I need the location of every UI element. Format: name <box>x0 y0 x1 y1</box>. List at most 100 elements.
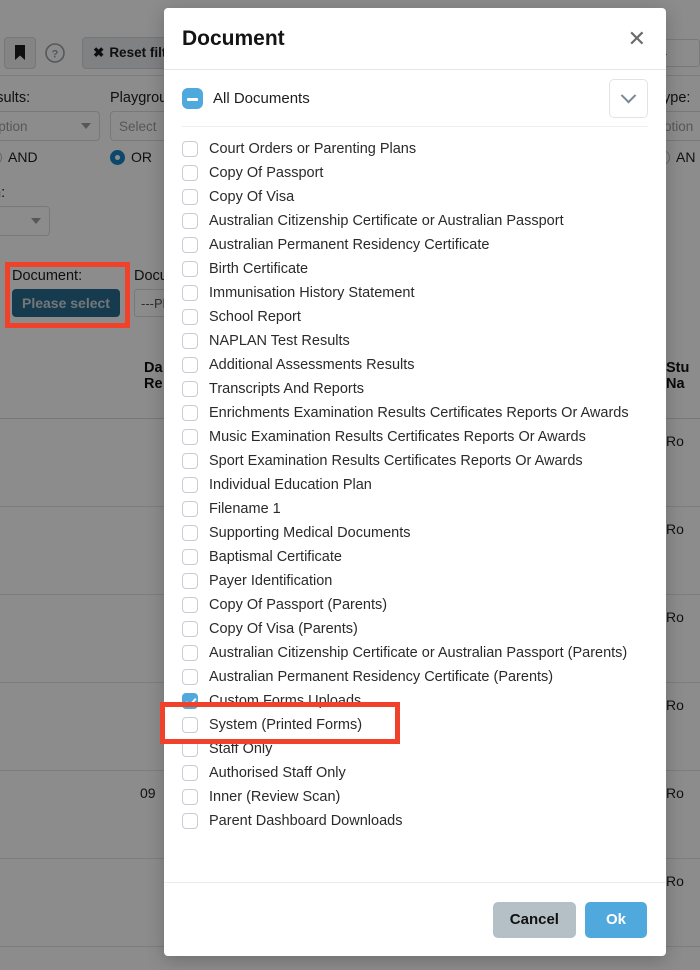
document-checkbox[interactable] <box>182 261 198 277</box>
document-label: Australian Citizenship Certificate or Au… <box>209 645 627 661</box>
document-list-item[interactable]: Additional Assessments Results <box>182 353 648 377</box>
document-list-item[interactable]: Copy Of Passport (Parents) <box>182 593 648 617</box>
document-list-item[interactable]: Supporting Medical Documents <box>182 521 648 545</box>
document-list-item[interactable]: Individual Education Plan <box>182 473 648 497</box>
ok-button[interactable]: Ok <box>585 902 647 938</box>
document-label: Custom Forms Uploads <box>209 693 361 709</box>
modal-footer: Cancel Ok <box>164 882 666 956</box>
document-list-item[interactable]: Court Orders or Parenting Plans <box>182 137 648 161</box>
document-list-item[interactable]: Enrichments Examination Results Certific… <box>182 401 648 425</box>
document-checkbox-list: Court Orders or Parenting Plans Copy Of P… <box>182 127 648 833</box>
document-label: Music Examination Results Certificates R… <box>209 429 586 445</box>
document-list-item[interactable]: Australian Citizenship Certificate or Au… <box>182 641 648 665</box>
document-checkbox[interactable] <box>182 549 198 565</box>
document-label: Individual Education Plan <box>209 477 372 493</box>
document-checkbox[interactable] <box>182 429 198 445</box>
document-label: Supporting Medical Documents <box>209 525 411 541</box>
document-checkbox[interactable] <box>182 717 198 733</box>
select-all-checkbox[interactable] <box>182 88 203 109</box>
document-checkbox[interactable] <box>182 573 198 589</box>
modal-body: All Documents Court Orders or Parenting … <box>164 70 666 882</box>
select-all-label: All Documents <box>213 90 599 107</box>
document-label: Immunisation History Statement <box>209 285 415 301</box>
document-checkbox[interactable] <box>182 789 198 805</box>
document-checkbox[interactable] <box>182 309 198 325</box>
modal-header: Document ✕ <box>164 8 666 70</box>
document-list-item[interactable]: Copy Of Passport <box>182 161 648 185</box>
document-label: Copy Of Passport <box>209 165 323 181</box>
document-checkbox[interactable] <box>182 333 198 349</box>
document-list-item[interactable]: NAPLAN Test Results <box>182 329 648 353</box>
document-label: Birth Certificate <box>209 261 308 277</box>
document-checkbox[interactable] <box>182 405 198 421</box>
document-checkbox[interactable] <box>182 765 198 781</box>
document-list-item[interactable]: Payer Identification <box>182 569 648 593</box>
document-checkbox[interactable] <box>182 741 198 757</box>
document-list-item[interactable]: School Report <box>182 305 648 329</box>
document-label: Sport Examination Results Certificates R… <box>209 453 583 469</box>
close-icon[interactable]: ✕ <box>626 24 648 54</box>
document-list-item[interactable]: Parent Dashboard Downloads <box>182 809 648 833</box>
document-label: Inner (Review Scan) <box>209 789 340 805</box>
document-list-item[interactable]: Australian Permanent Residency Certifica… <box>182 233 648 257</box>
document-label: Australian Permanent Residency Certifica… <box>209 669 553 685</box>
document-label: Copy Of Visa (Parents) <box>209 621 358 637</box>
chevron-down-icon <box>621 87 637 103</box>
document-label: Court Orders or Parenting Plans <box>209 141 416 157</box>
modal-title: Document <box>182 27 626 51</box>
document-list-item[interactable]: Baptismal Certificate <box>182 545 648 569</box>
document-label: Staff Only <box>209 741 272 757</box>
document-list-item[interactable]: Birth Certificate <box>182 257 648 281</box>
document-list-item[interactable]: Immunisation History Statement <box>182 281 648 305</box>
document-checkbox[interactable] <box>182 141 198 157</box>
document-list-item[interactable]: Filename 1 <box>182 497 648 521</box>
document-list-item[interactable]: System (Printed Forms) <box>182 713 648 737</box>
document-list-item[interactable]: Australian Citizenship Certificate or Au… <box>182 209 648 233</box>
document-list-item[interactable]: Staff Only <box>182 737 648 761</box>
select-all-row[interactable]: All Documents <box>182 70 648 127</box>
document-checkbox[interactable] <box>182 525 198 541</box>
cancel-button[interactable]: Cancel <box>493 902 576 938</box>
document-label: Enrichments Examination Results Certific… <box>209 405 629 421</box>
document-list-item[interactable]: Music Examination Results Certificates R… <box>182 425 648 449</box>
document-label: System (Printed Forms) <box>209 717 362 733</box>
document-label: Baptismal Certificate <box>209 549 342 565</box>
document-list-item[interactable]: Inner (Review Scan) <box>182 785 648 809</box>
document-checkbox[interactable] <box>182 189 198 205</box>
document-label: Authorised Staff Only <box>209 765 346 781</box>
document-list-item[interactable]: Copy Of Visa <box>182 185 648 209</box>
document-checkbox[interactable] <box>182 645 198 661</box>
document-label: Transcripts And Reports <box>209 381 364 397</box>
document-list-item[interactable]: Sport Examination Results Certificates R… <box>182 449 648 473</box>
document-list-item[interactable]: Transcripts And Reports <box>182 377 648 401</box>
document-checkbox[interactable] <box>182 477 198 493</box>
document-checkbox[interactable] <box>182 213 198 229</box>
document-label: Copy Of Passport (Parents) <box>209 597 387 613</box>
document-list-item[interactable]: Copy Of Visa (Parents) <box>182 617 648 641</box>
document-list-item[interactable]: Australian Permanent Residency Certifica… <box>182 665 648 689</box>
document-checkbox[interactable] <box>182 597 198 613</box>
document-label: Filename 1 <box>209 501 281 517</box>
document-checkbox[interactable] <box>182 165 198 181</box>
document-label: Additional Assessments Results <box>209 357 415 373</box>
document-selection-modal: Document ✕ All Documents Court Orders or… <box>164 8 666 956</box>
document-label: NAPLAN Test Results <box>209 333 350 349</box>
document-label: School Report <box>209 309 301 325</box>
document-list-item[interactable]: Authorised Staff Only <box>182 761 648 785</box>
document-checkbox[interactable] <box>182 285 198 301</box>
document-checkbox[interactable] <box>182 621 198 637</box>
document-label: Parent Dashboard Downloads <box>209 813 402 829</box>
document-checkbox[interactable] <box>182 237 198 253</box>
document-checkbox[interactable] <box>182 381 198 397</box>
document-label: Copy Of Visa <box>209 189 294 205</box>
expand-collapse-button[interactable] <box>609 79 648 118</box>
document-label: Australian Permanent Residency Certifica… <box>209 237 489 253</box>
document-checkbox[interactable] <box>182 813 198 829</box>
document-label: Payer Identification <box>209 573 332 589</box>
document-checkbox[interactable] <box>182 357 198 373</box>
document-checkbox[interactable] <box>182 501 198 517</box>
document-checkbox[interactable] <box>182 693 198 709</box>
document-checkbox[interactable] <box>182 669 198 685</box>
document-checkbox[interactable] <box>182 453 198 469</box>
document-list-item[interactable]: Custom Forms Uploads <box>182 689 648 713</box>
